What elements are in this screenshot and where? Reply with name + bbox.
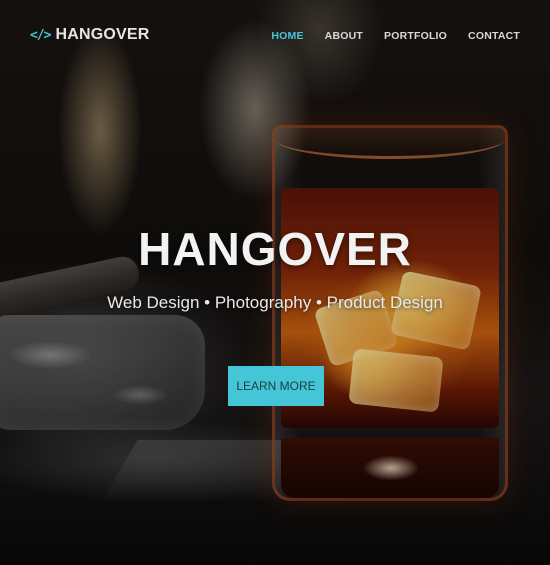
nav-menu: HOME ABOUT PORTFOLIO CONTACT: [250, 30, 520, 42]
learn-more-button[interactable]: LEARN MORE: [228, 366, 324, 406]
background-overlay: [0, 0, 550, 565]
navbar: </> HANGOVER HOME ABOUT PORTFOLIO CONTAC…: [0, 0, 550, 72]
nav-item-home[interactable]: HOME: [271, 30, 303, 42]
hero-title: HANGOVER: [138, 223, 412, 275]
nav-item-portfolio[interactable]: PORTFOLIO: [384, 30, 447, 42]
hero-subtitle: Web Design • Photography • Product Desig…: [107, 293, 443, 312]
nav-item-contact[interactable]: CONTACT: [468, 30, 520, 42]
brand-name: HANGOVER: [55, 26, 150, 43]
hero-section: </> HANGOVER HOME ABOUT PORTFOLIO CONTAC…: [0, 0, 550, 565]
nav-item-about[interactable]: ABOUT: [325, 30, 363, 42]
brand-logo[interactable]: </> HANGOVER: [30, 26, 150, 44]
code-brackets-icon: </>: [30, 27, 52, 43]
